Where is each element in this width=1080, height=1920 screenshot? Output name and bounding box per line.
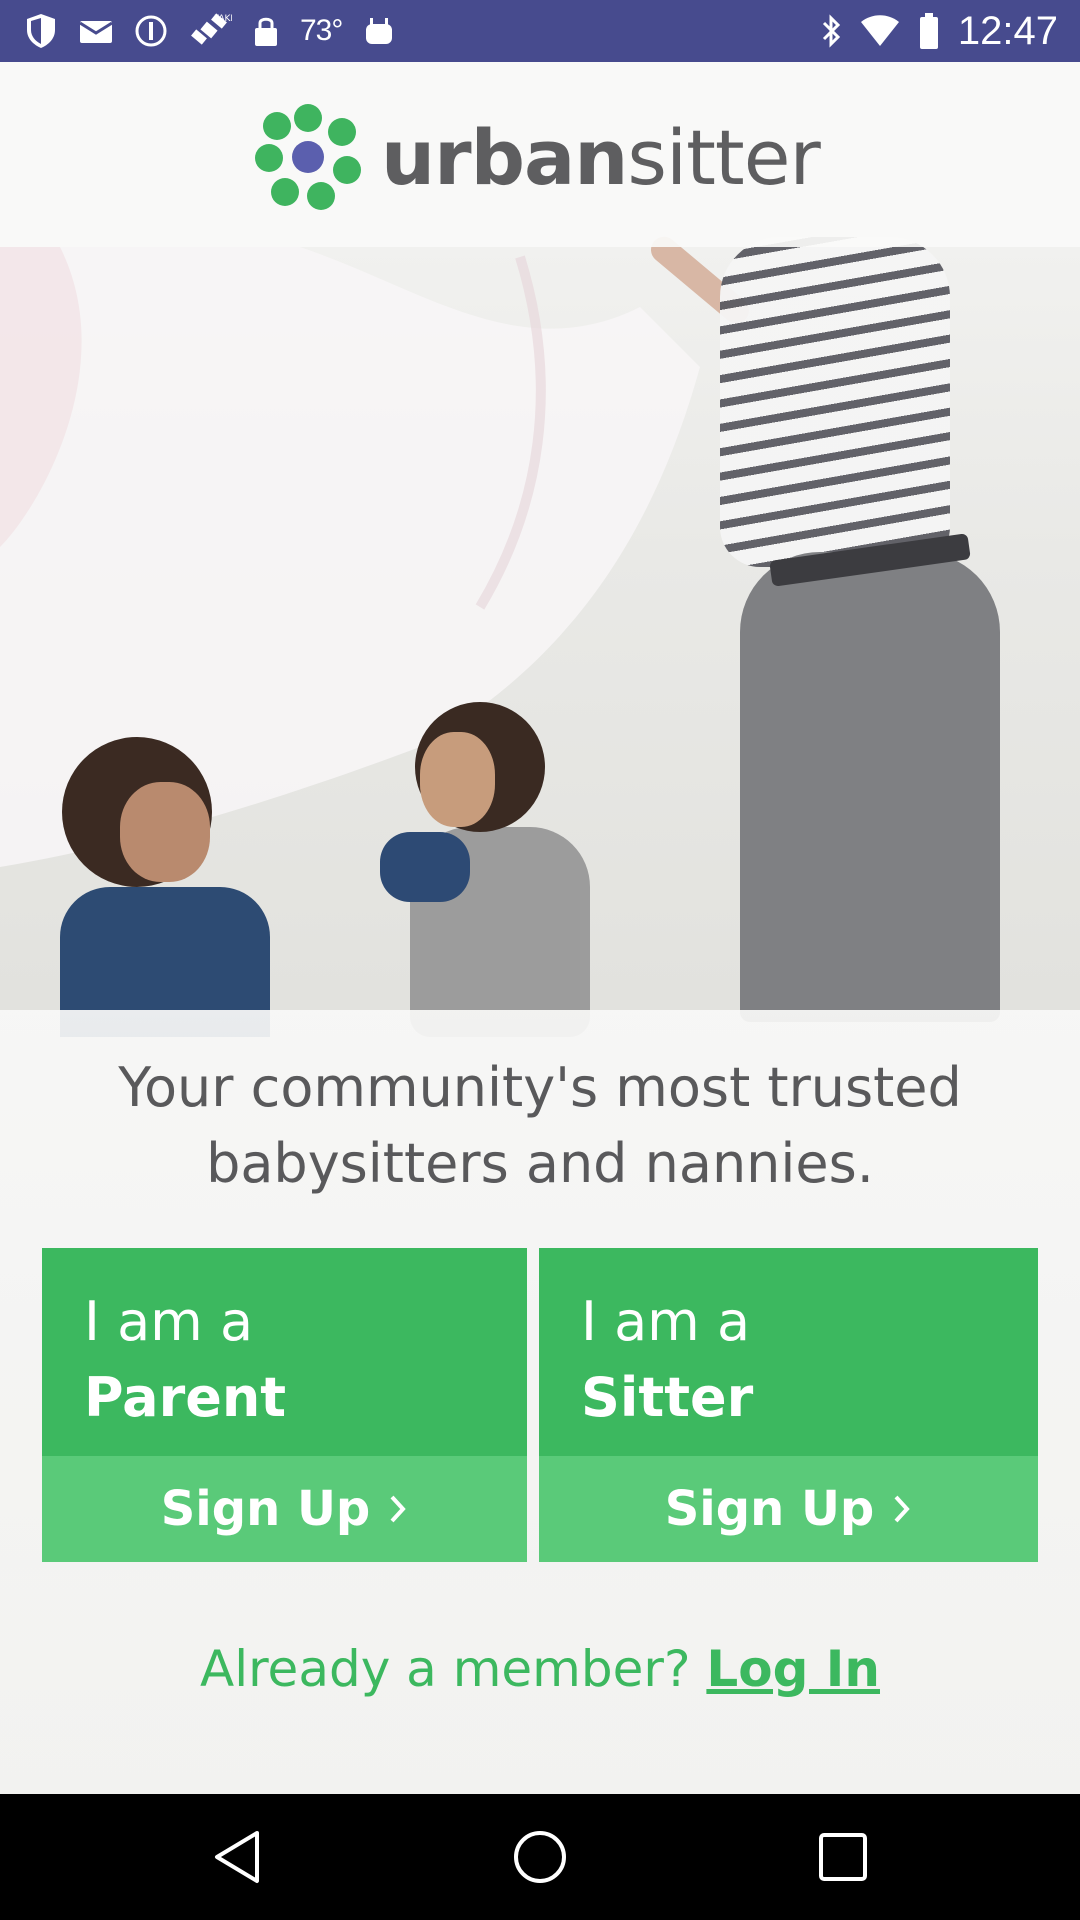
temperature: 73° [300, 14, 343, 47]
parent-card-role: Parent [84, 1366, 287, 1429]
back-button[interactable] [202, 1822, 272, 1892]
recents-button[interactable] [808, 1822, 878, 1892]
logo-dot-center [292, 141, 324, 173]
home-icon [514, 1831, 566, 1883]
status-icons-right: 12:47 [820, 0, 1058, 62]
system-nav-bar [0, 1794, 1080, 1920]
child-two-sleeve [380, 832, 470, 902]
urbansitter-logo: urbansitter [255, 104, 821, 210]
logo-wordmark: urbansitter [381, 112, 821, 202]
sitter-signup-label: Sign Up [664, 1481, 875, 1537]
login-link[interactable]: Log In [706, 1640, 880, 1698]
logo-dot [271, 178, 299, 206]
sitter-signup-card[interactable]: I am a Sitter Sign Up [539, 1248, 1038, 1562]
sitter-card-header: I am a Sitter [539, 1248, 1038, 1456]
home-button[interactable] [505, 1822, 575, 1892]
logo-dot [294, 104, 322, 132]
tagline-line-2: babysitters and nannies. [206, 1132, 874, 1195]
lock-icon [252, 13, 280, 49]
logo-dot [333, 156, 361, 184]
parent-signup-card[interactable]: I am a Parent Sign Up [42, 1248, 527, 1562]
sitter-card-role: Sitter [581, 1366, 754, 1429]
battery-icon [918, 12, 940, 50]
logo-dot [328, 118, 356, 146]
adult-jeans [740, 552, 1000, 1022]
status-icons-left: FAKE 73° [24, 0, 396, 62]
back-icon [215, 1831, 259, 1883]
child-one-face [120, 782, 210, 882]
adult-shirt [720, 237, 950, 567]
login-prompt: Already a member? Log In [0, 1640, 1080, 1698]
status-bar: FAKE 73° 12:47 [0, 0, 1080, 62]
logo-text-bold: urban [381, 112, 628, 202]
logo-dot [255, 144, 283, 172]
clock: 12:47 [957, 8, 1058, 53]
chevron-right-icon [892, 1493, 912, 1525]
recents-icon [819, 1833, 867, 1881]
alert-circle-icon [134, 14, 168, 48]
mail-icon [78, 17, 114, 45]
android-bot-icon [362, 16, 396, 46]
parent-signup-label: Sign Up [160, 1481, 371, 1537]
sitter-signup-button[interactable]: Sign Up [539, 1456, 1038, 1562]
svg-text:FAKE: FAKE [214, 14, 232, 24]
app-header: urbansitter [0, 62, 1080, 247]
parent-card-header: I am a Parent [42, 1248, 527, 1456]
logo-flower-icon [255, 104, 361, 210]
login-prompt-text: Already a member? [200, 1640, 691, 1698]
shield-icon [24, 12, 58, 50]
sitter-card-prefix: I am a [581, 1290, 751, 1353]
chevron-right-icon [388, 1493, 408, 1525]
wifi-icon [860, 14, 900, 48]
tagline-line-1: Your community's most trusted [118, 1056, 962, 1119]
bluetooth-icon [820, 13, 842, 49]
child-two-face [420, 732, 495, 827]
tagline: Your community's most trusted babysitter… [60, 1050, 1020, 1202]
parent-signup-button[interactable]: Sign Up [42, 1456, 527, 1562]
logo-dot [263, 112, 291, 140]
hero-photo [0, 231, 1080, 1037]
logo-text-regular: sitter [627, 112, 820, 202]
fake-gps-satellite-icon: FAKE [188, 11, 232, 51]
parent-card-prefix: I am a [84, 1290, 254, 1353]
logo-dot [307, 182, 335, 210]
